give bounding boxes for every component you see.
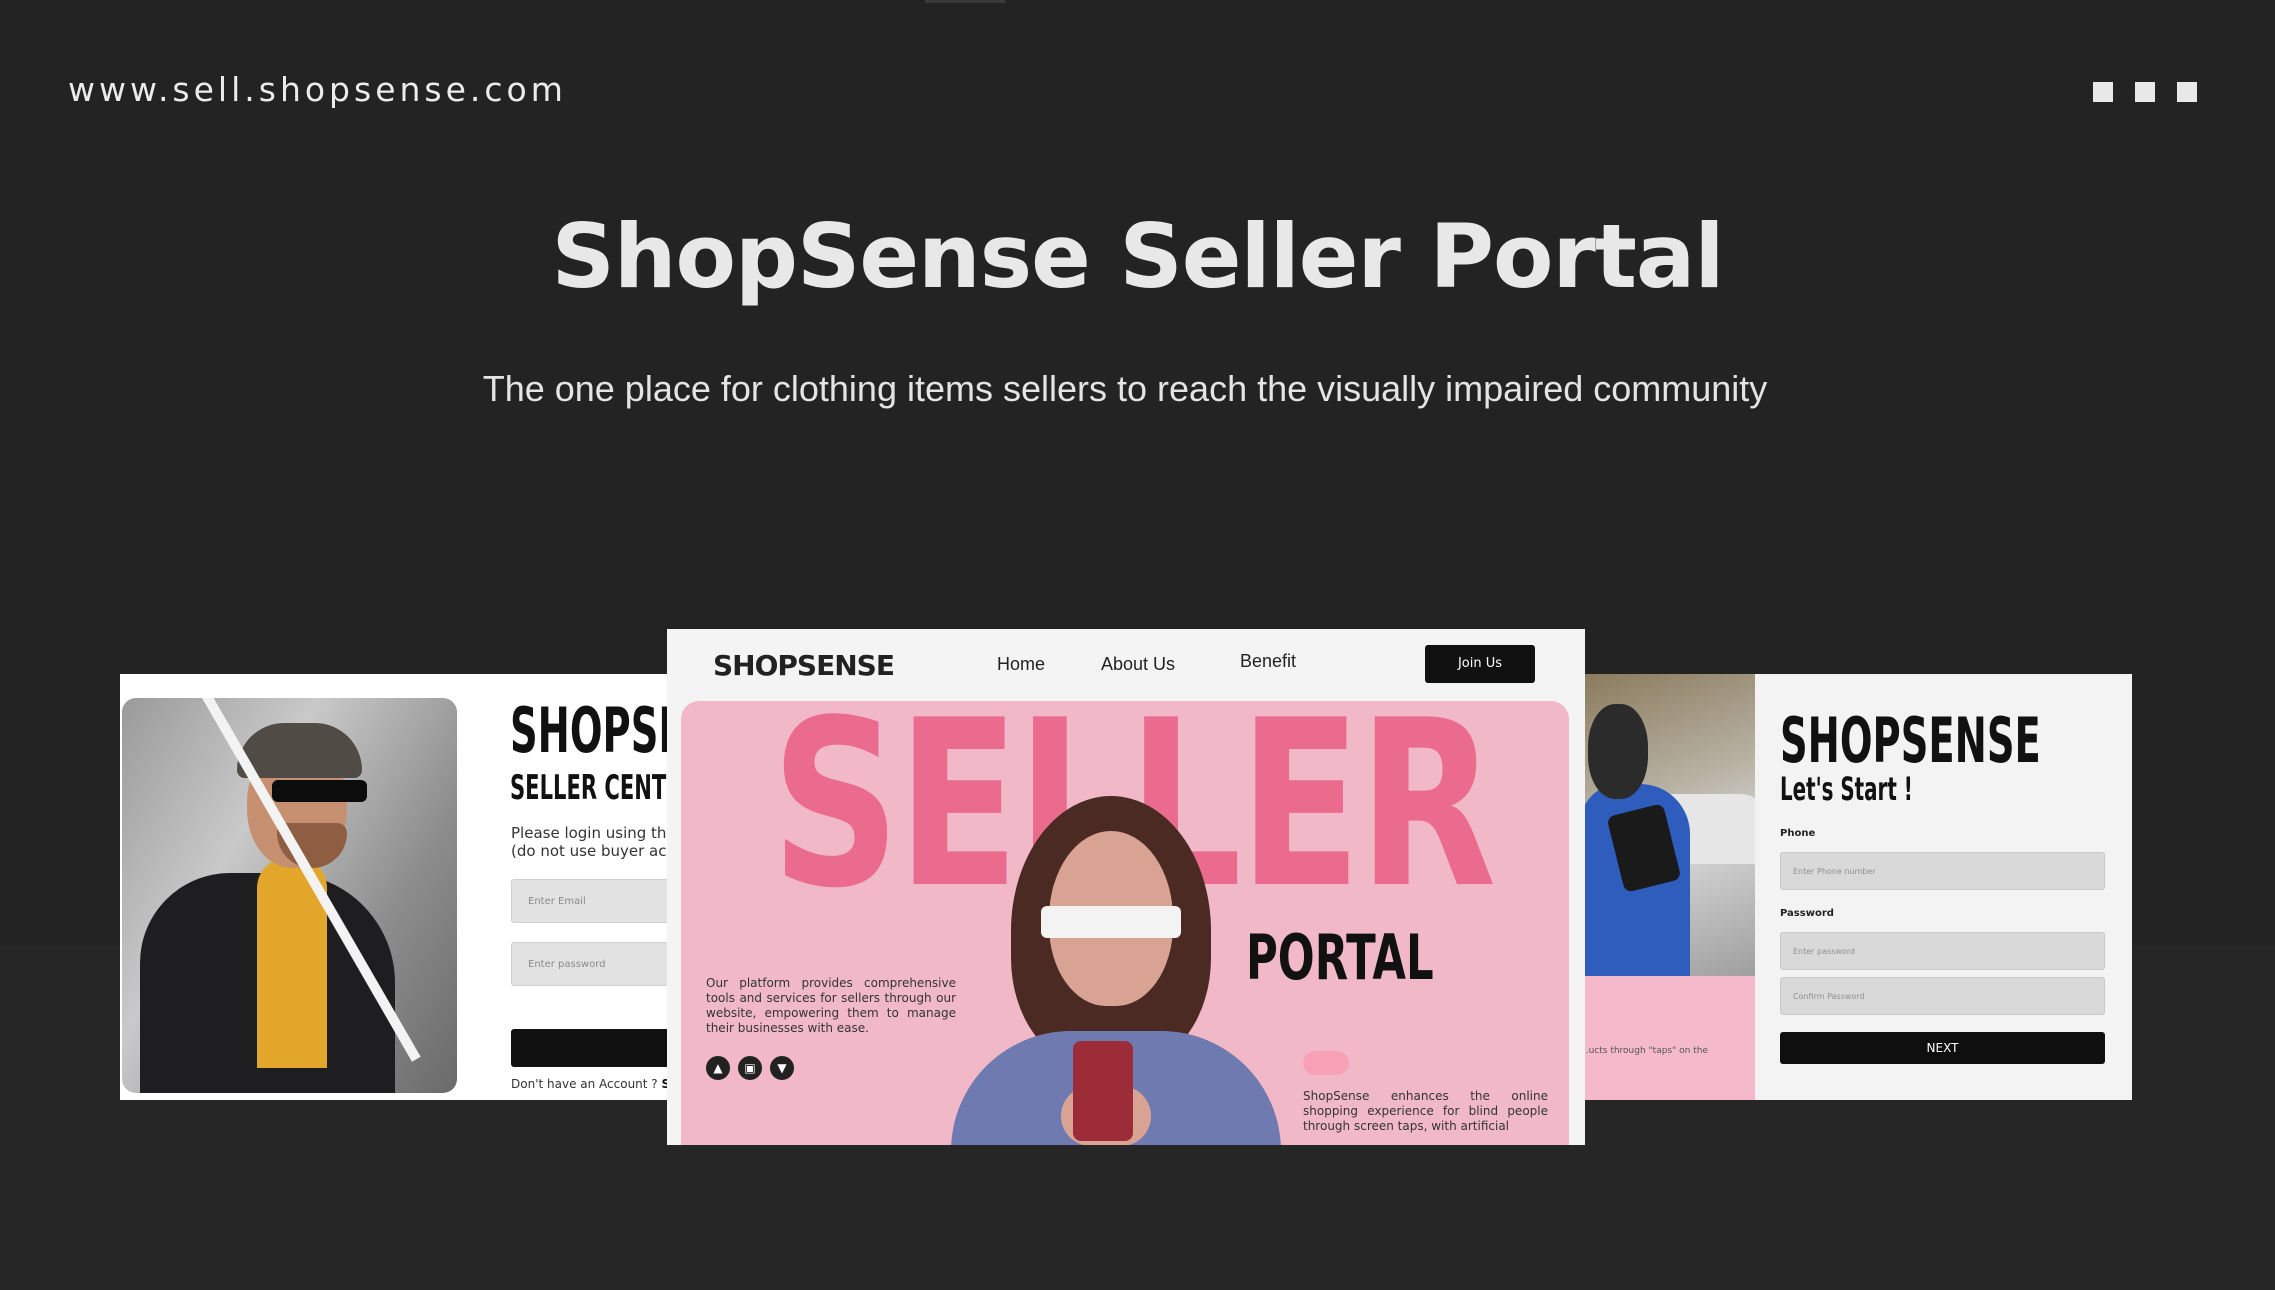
pink-panel <box>1580 976 1755 1100</box>
site-url[interactable]: www.sell.shopsense.com <box>68 70 567 109</box>
hero-banner: SELLER PORTAL Our platform provides comp… <box>681 701 1569 1145</box>
center-brand-logo[interactable]: SHOPSENSE <box>713 649 895 682</box>
top-edge-tick <box>925 0 1005 3</box>
lets-start-heading: Let's Start ! <box>1780 770 1913 808</box>
square-dot <box>2093 82 2113 102</box>
photo-head <box>1588 704 1648 799</box>
signup-prompt-text: Don't have an Account ? <box>511 1077 662 1091</box>
person-with-phone-photo <box>1580 674 1755 976</box>
seller-center-login-preview[interactable]: SHOPSE SELLER CENTER Please login using … <box>120 674 680 1100</box>
seller-portal-landing-preview[interactable]: SHOPSENSE Home About Us Benefit Join Us … <box>667 629 1585 1145</box>
left-login-instructions: Please login using the (do not use buyer… <box>511 824 680 860</box>
right-brand-logo: SHOPSENSE <box>1780 704 2041 777</box>
hero-description-right: ShopSense enhances the online shopping e… <box>1303 1089 1548 1133</box>
login-button[interactable] <box>511 1029 680 1067</box>
join-us-button[interactable]: Join Us <box>1425 645 1535 683</box>
email-field[interactable]: Enter Email <box>511 879 680 923</box>
alert-icon[interactable]: ▲ <box>706 1056 730 1080</box>
password-label: Password <box>1780 908 1834 919</box>
bag-icon[interactable]: ▣ <box>738 1056 762 1080</box>
signup-prompt: Don't have an Account ? Sign <box>511 1077 680 1091</box>
page-subtitle: The one place for clothing items sellers… <box>482 368 1768 409</box>
page-title: ShopSense Seller Portal <box>551 205 1725 308</box>
password-field[interactable]: Enter password <box>1780 932 2105 970</box>
nav-about-us[interactable]: About Us <box>1101 654 1175 675</box>
next-button[interactable]: NEXT <box>1780 1032 2105 1064</box>
photo-cap <box>237 723 362 778</box>
phone-label: Phone <box>1780 828 1816 839</box>
photo-phone <box>1073 1041 1133 1141</box>
shirt-icon[interactable]: ▼ <box>770 1056 794 1080</box>
signup-preview[interactable]: ...ucts through "taps" on the SHOPSENSE … <box>1580 674 2132 1100</box>
left-seller-center-heading: SELLER CENTER <box>510 768 680 808</box>
confirm-password-field[interactable]: Confirm Password <box>1780 977 2105 1015</box>
nav-home[interactable]: Home <box>997 654 1045 675</box>
nav-benefit[interactable]: Benefit <box>1240 651 1296 672</box>
toggle-switch[interactable] <box>1303 1051 1349 1075</box>
social-icons: ▲ ▣ ▼ <box>706 1056 794 1080</box>
photo-sunglasses <box>272 780 367 802</box>
phone-field[interactable]: Enter Phone number <box>1780 852 2105 890</box>
pink-panel-text: ...ucts through "taps" on the <box>1580 1046 1708 1056</box>
hero-portal-word: PORTAL <box>1246 921 1434 994</box>
square-dot <box>2177 82 2197 102</box>
man-with-cane-photo <box>122 698 457 1093</box>
password-field[interactable]: Enter password <box>511 942 680 986</box>
hero-description-left: Our platform provides comprehensive tool… <box>706 976 956 1035</box>
three-squares-icon[interactable] <box>2093 82 2197 102</box>
left-brand-logo: SHOPSE <box>510 694 680 767</box>
square-dot <box>2135 82 2155 102</box>
photo-glasses <box>1041 906 1181 938</box>
